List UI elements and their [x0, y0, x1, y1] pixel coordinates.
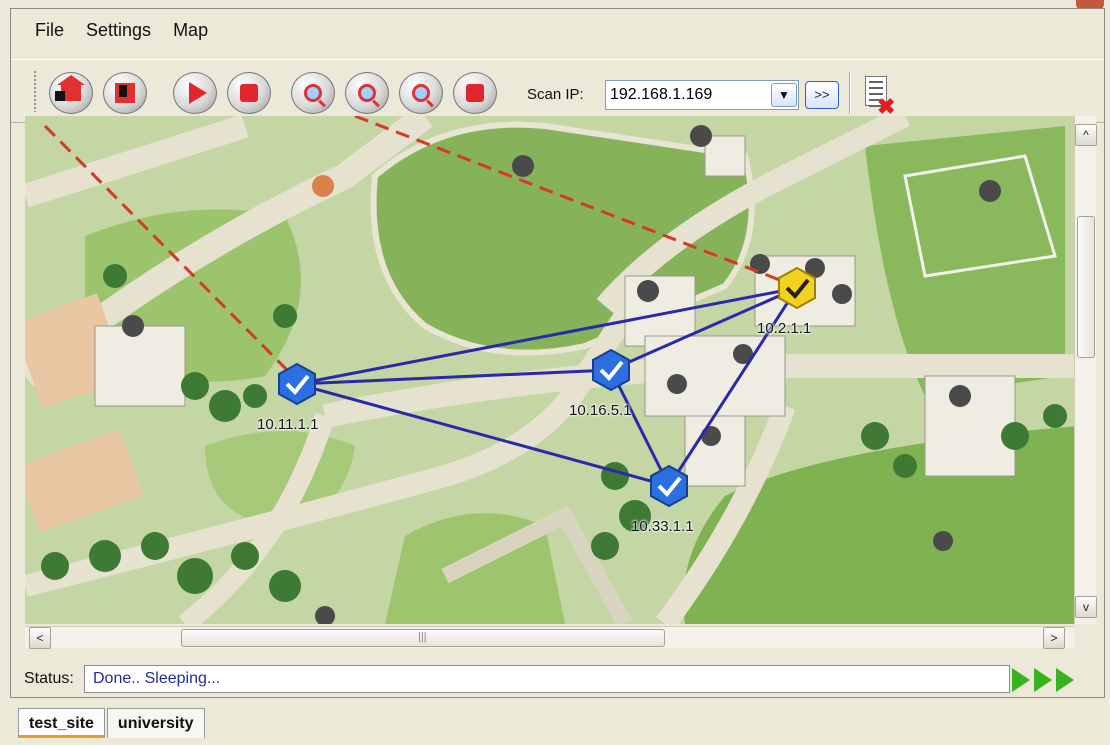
grip-icon: |||	[418, 631, 427, 643]
node-label: 10.16.5.1	[569, 402, 632, 419]
chevron-right-icon	[1034, 668, 1052, 692]
network-node[interactable]	[592, 348, 630, 392]
remove-icon	[466, 84, 484, 102]
toolbar-separator	[849, 72, 851, 114]
vertical-scrollbar[interactable]: ^ v	[1074, 116, 1097, 624]
scroll-up-button[interactable]: ^	[1075, 124, 1097, 146]
home-red-icon	[55, 75, 85, 101]
map-viewport[interactable]: 10.11.1.1 10.16.5.1 10.2.1.1 10.33.1.1	[25, 116, 1080, 624]
tab-test-site[interactable]: test_site	[18, 708, 105, 738]
save-icon	[115, 83, 135, 103]
chevron-right-icon: >	[1050, 631, 1058, 645]
zoom-in-icon	[304, 84, 322, 102]
menu-map[interactable]: Map	[173, 20, 208, 41]
start-scan-button[interactable]	[173, 72, 217, 114]
node-label: 10.2.1.1	[757, 320, 812, 337]
horizontal-scroll-thumb[interactable]: |||	[181, 629, 665, 647]
scroll-right-button[interactable]: >	[1043, 627, 1065, 649]
scroll-down-button[interactable]: v	[1075, 596, 1097, 618]
chevron-right-icon	[1056, 668, 1074, 692]
network-node[interactable]	[650, 464, 688, 508]
horizontal-scrollbar[interactable]: < ||| >	[25, 626, 1074, 649]
stop-scan-button[interactable]	[227, 72, 271, 114]
scan-ip-dropdown-button[interactable]: ▼	[771, 83, 797, 107]
status-label: Status:	[24, 670, 74, 687]
zoom-reset-button[interactable]	[345, 72, 389, 114]
zoom-in-button[interactable]	[291, 72, 335, 114]
scan-go-button[interactable]: >>	[805, 81, 839, 109]
stop-icon	[240, 84, 258, 102]
node-label: 10.11.1.1	[257, 416, 319, 433]
network-node-selected[interactable]	[778, 266, 816, 310]
chevron-down-icon: ▼	[778, 88, 790, 102]
menu-settings[interactable]: Settings	[86, 20, 151, 41]
chevron-down-icon: v	[1083, 600, 1089, 614]
activity-indicator	[1012, 668, 1078, 692]
scan-ip-input[interactable]	[605, 80, 799, 110]
tab-university[interactable]: university	[106, 708, 205, 738]
zoom-out-button[interactable]	[399, 72, 443, 114]
vertical-scroll-thumb[interactable]	[1077, 216, 1095, 358]
campus-map	[25, 116, 1080, 624]
scroll-left-button[interactable]: <	[29, 627, 51, 649]
chevron-left-icon: <	[36, 631, 44, 645]
scan-ip-label: Scan IP:	[527, 86, 584, 103]
remove-node-button[interactable]	[453, 72, 497, 114]
zoom-out-icon	[412, 84, 430, 102]
map-tabs: test_site university	[18, 708, 207, 738]
status-text: Done.. Sleeping...	[93, 670, 221, 687]
toolbar: Scan IP: ▼ >> ✖	[11, 59, 1104, 123]
clear-log-button[interactable]: ✖	[863, 76, 899, 119]
status-box: Done.. Sleeping...	[84, 665, 1010, 693]
play-icon	[188, 82, 207, 104]
node-label: 10.33.1.1	[631, 518, 694, 535]
open-map-button[interactable]	[49, 72, 93, 114]
network-node[interactable]	[278, 362, 316, 406]
zoom-icon	[358, 84, 376, 102]
menu-bar: File Settings Map	[11, 9, 1104, 51]
chevron-right-icon	[1012, 668, 1030, 692]
menu-file[interactable]: File	[35, 20, 64, 41]
toolbar-grip[interactable]	[33, 70, 37, 112]
save-map-button[interactable]	[103, 72, 147, 114]
chevron-up-icon: ^	[1083, 128, 1089, 142]
status-bar: Status: Done.. Sleeping...	[0, 662, 1110, 696]
